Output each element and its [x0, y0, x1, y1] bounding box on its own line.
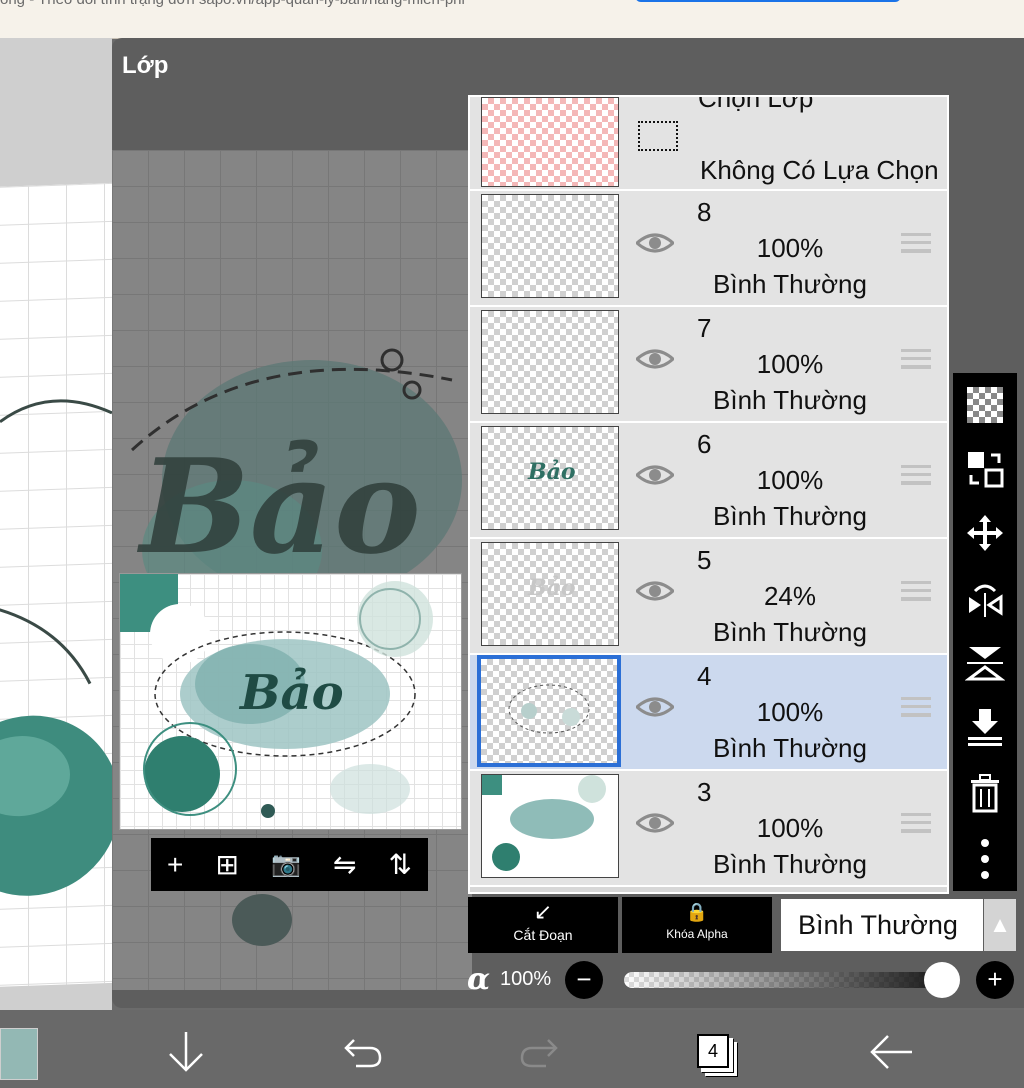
opacity-slider[interactable] — [624, 972, 954, 988]
opacity-value: 100% — [500, 968, 552, 990]
alpha-symbol: α — [467, 962, 491, 997]
browser-url-text[interactable]: ong - Theo dõi tình trạng đơn sapo.vn/ap… — [0, 0, 465, 8]
layer-tools-column — [953, 373, 1017, 891]
clip-arrow-icon: ↙ — [533, 899, 553, 924]
down-arrow-icon[interactable] — [166, 1030, 206, 1081]
layer-row-5[interactable]: Bảo 5 24% Bình Thường — [470, 539, 947, 655]
layer-blend-mode: Bình Thường — [713, 617, 867, 647]
layer-opacity: 100% — [756, 697, 824, 727]
panel-title: Lớp — [122, 52, 169, 79]
drag-handle-icon[interactable] — [901, 465, 931, 485]
camera-icon[interactable]: 📷 — [271, 852, 301, 877]
layer-thumbnail: Bảo — [481, 542, 619, 646]
eye-icon[interactable] — [636, 811, 674, 835]
layer-row-4[interactable]: 4 100% Bình Thường — [470, 655, 947, 771]
eye-icon[interactable] — [636, 347, 674, 371]
layer-swap-icon[interactable] — [963, 447, 1007, 491]
lock-icon: 🔒 — [685, 902, 709, 922]
layer-number: 5 — [697, 545, 712, 575]
alpha-lock-button[interactable]: 🔒 Khóa Alpha — [622, 897, 772, 953]
canvas-paper[interactable] — [0, 182, 112, 988]
layer-blend-mode: Bình Thường — [713, 733, 867, 763]
drag-handle-icon[interactable] — [901, 233, 931, 253]
color-swatch[interactable] — [0, 1028, 38, 1080]
layer-thumbnail-text: Bảo — [528, 459, 576, 485]
plus-icon[interactable]: + — [167, 850, 183, 879]
layer-number: 7 — [697, 313, 712, 343]
back-arrow-icon[interactable] — [868, 1030, 914, 1081]
eye-icon[interactable] — [636, 231, 674, 255]
drag-handle-icon[interactable] — [901, 813, 931, 833]
trash-icon[interactable] — [963, 771, 1007, 815]
more-icon[interactable] — [963, 837, 1007, 881]
layer-thumbnail: Bảo — [481, 426, 619, 530]
layer-opacity: 100% — [756, 349, 824, 379]
add-layer-icon[interactable]: ⊞ — [215, 850, 238, 879]
layer-number: 6 — [697, 429, 712, 459]
layer-thumbnail-art — [508, 684, 590, 734]
canvas-art-text: Bảo — [140, 430, 421, 583]
merge-down-icon[interactable] — [963, 705, 1007, 749]
flip-vertical-icon[interactable] — [963, 641, 1007, 685]
layer-opacity: 100% — [756, 233, 824, 263]
layer-opacity: 100% — [756, 465, 824, 495]
layer-thumbnail — [481, 310, 619, 414]
canvas-decoration — [0, 399, 112, 896]
layer-number: 3 — [697, 777, 712, 807]
opacity-decrease-button[interactable]: − — [565, 961, 603, 999]
flip-vertical-icon[interactable]: ⇅ — [388, 850, 411, 879]
dropdown-arrow-icon[interactable]: ▲ — [984, 899, 1016, 951]
selection-layer-row[interactable]: Chọn Lớp Không Có Lựa Chọn — [470, 97, 947, 191]
selection-layer-thumbnail — [481, 97, 619, 187]
layer-number: 4 — [697, 661, 712, 691]
selection-layer-status: Không Có Lựa Chọn — [700, 155, 939, 185]
layer-list[interactable]: Chọn Lớp Không Có Lựa Chọn 8 100% Bình T… — [468, 95, 949, 894]
layer-number: 8 — [697, 197, 712, 227]
eye-icon[interactable] — [636, 695, 674, 719]
svg-text:Bảo: Bảo — [238, 665, 344, 721]
layer-row-7[interactable]: 7 100% Bình Thường — [470, 307, 947, 423]
layer-blend-mode: Bình Thường — [713, 385, 867, 415]
layer-row-8[interactable]: 8 100% Bình Thường — [470, 191, 947, 307]
browser-button[interactable] — [635, 0, 901, 2]
layer-thumbnail — [477, 655, 621, 767]
flip-horizontal-icon[interactable]: ⇋ — [333, 850, 356, 879]
redo-icon[interactable] — [518, 1030, 560, 1081]
layer-thumbnail — [481, 774, 619, 878]
thumbnail-art: Bảo — [120, 574, 433, 818]
eye-icon[interactable] — [636, 463, 674, 487]
opacity-slider-knob[interactable] — [924, 962, 960, 998]
thumbnail-toolbar: + ⊞ 📷 ⇋ ⇅ — [151, 838, 428, 891]
browser-bar: ong - Theo dõi tình trạng đơn sapo.vn/ap… — [0, 0, 1024, 39]
blend-mode-select[interactable]: Bình Thường — [781, 899, 983, 951]
layer-thumbnail — [481, 194, 619, 298]
clipping-button[interactable]: ↙ Cắt Đoạn — [468, 897, 618, 953]
transparency-icon[interactable] — [963, 383, 1007, 427]
canvas-thumbnail[interactable]: Bảo — [119, 573, 462, 830]
selection-layer-title: Chọn Lớp — [698, 95, 814, 113]
layers-icon[interactable]: 4 — [697, 1034, 729, 1068]
move-icon[interactable] — [963, 511, 1007, 555]
eye-icon[interactable] — [636, 579, 674, 603]
clipping-label: Cắt Đoạn — [513, 927, 573, 943]
flip-horizontal-icon[interactable] — [963, 577, 1007, 621]
layer-thumbnail-text: Bảo — [528, 575, 576, 601]
layer-row-3[interactable]: 3 100% Bình Thường — [470, 771, 947, 887]
layer-thumbnail-art — [482, 775, 606, 871]
undo-icon[interactable] — [342, 1030, 384, 1081]
layer-opacity: 24% — [763, 581, 817, 611]
drag-handle-icon[interactable] — [901, 581, 931, 601]
layer-row-6[interactable]: Bảo 6 100% Bình Thường — [470, 423, 947, 539]
selection-marquee-icon — [638, 121, 678, 151]
drag-handle-icon[interactable] — [901, 349, 931, 369]
layer-blend-mode: Bình Thường — [713, 501, 867, 531]
layer-opacity: 100% — [756, 813, 824, 843]
layer-blend-mode: Bình Thường — [713, 849, 867, 879]
alpha-lock-label: Khóa Alpha — [666, 927, 728, 941]
opacity-increase-button[interactable]: + — [976, 961, 1014, 999]
layer-blend-mode: Bình Thường — [713, 269, 867, 299]
drag-handle-icon[interactable] — [901, 697, 931, 717]
